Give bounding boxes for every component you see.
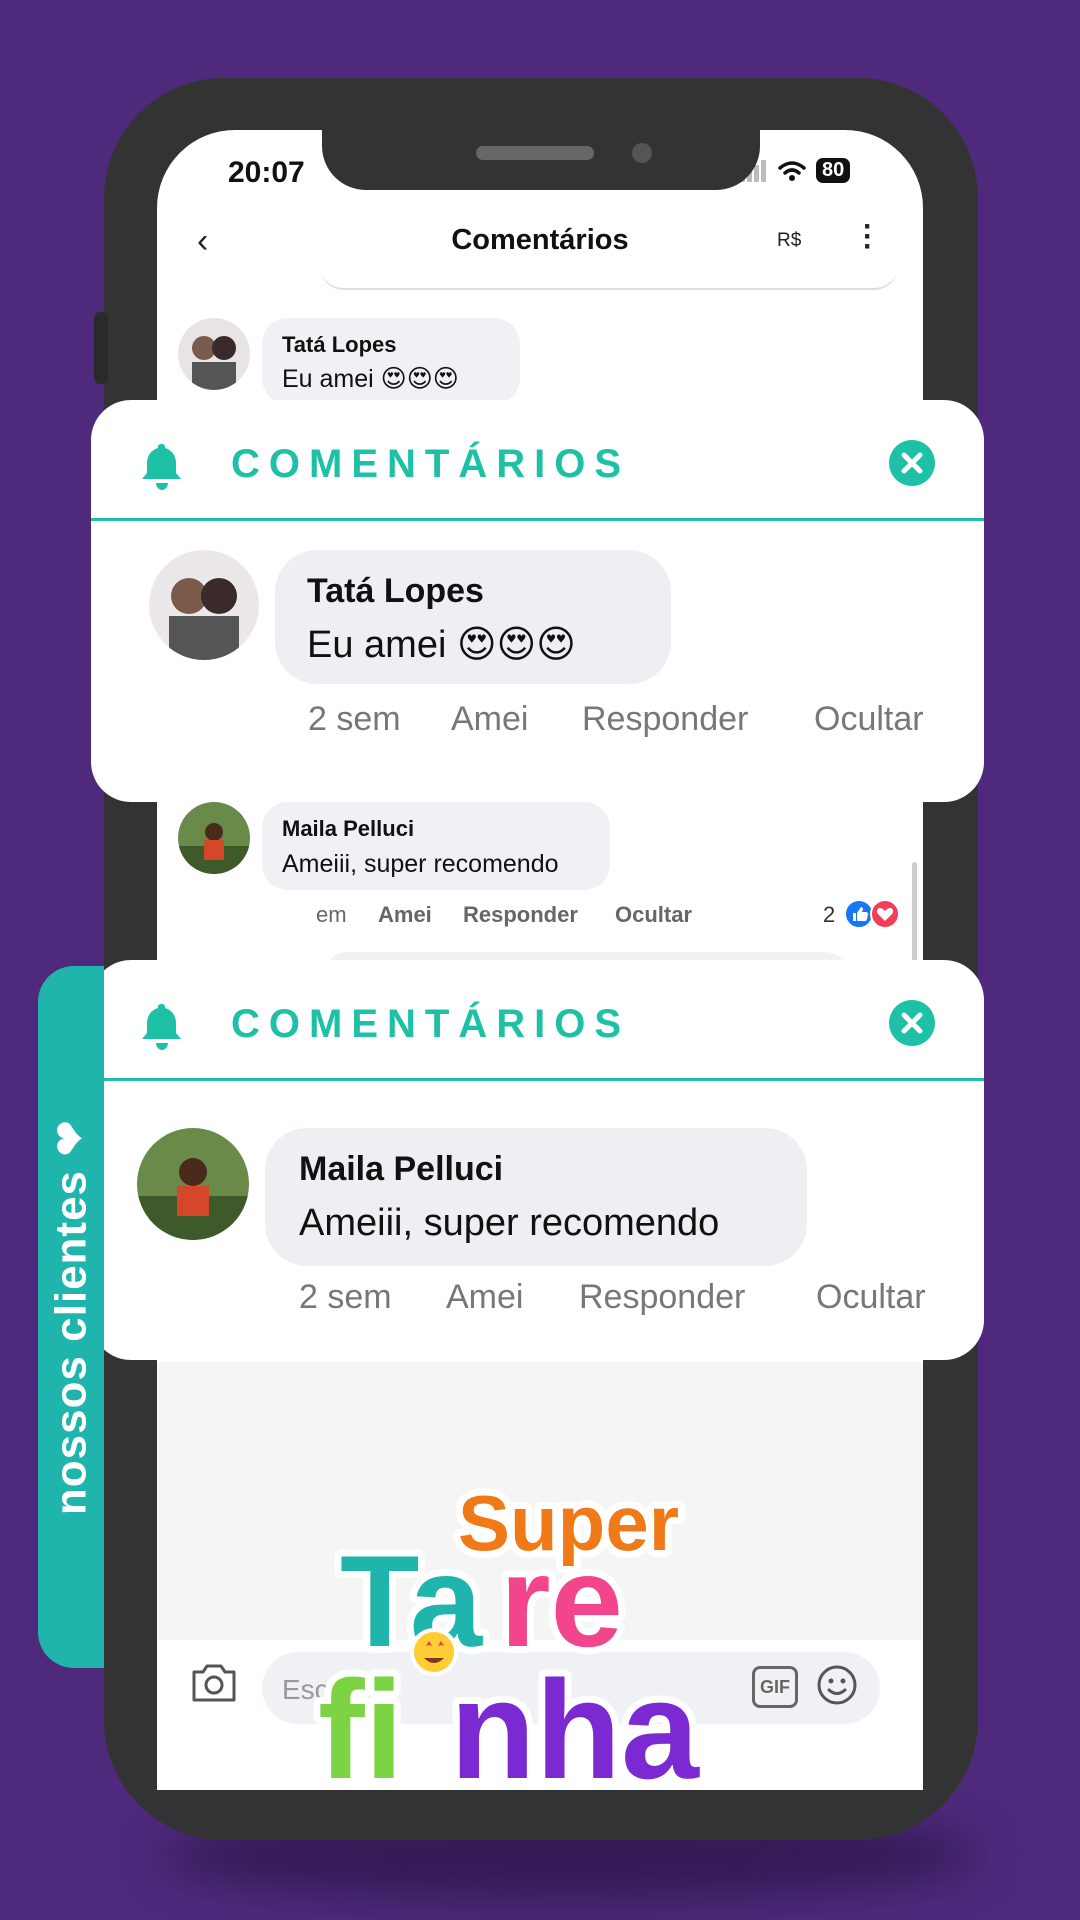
like-button[interactable]: Amei (451, 700, 528, 739)
comment-author: Tatá Lopes (307, 572, 484, 610)
like-button[interactable]: Amei (446, 1278, 523, 1317)
bell-icon (142, 444, 181, 490)
emoji-icon[interactable] (816, 1664, 858, 1706)
like-button[interactable]: Amei (378, 902, 432, 928)
hide-button[interactable]: Ocultar (816, 1278, 926, 1317)
battery-indicator: 80 (816, 158, 851, 183)
comment-text: Eu amei 😍😍😍 (307, 624, 576, 666)
phone-side-button (94, 312, 108, 384)
comment-text: Ameiii, super recomendo (282, 850, 559, 878)
scrollbar[interactable] (912, 862, 917, 972)
close-icon[interactable] (889, 440, 935, 486)
reply-button[interactable]: Responder (582, 700, 748, 739)
comment-author: Tatá Lopes (282, 332, 397, 357)
comment-time: em (316, 902, 347, 927)
comment-bubble: Tatá Lopes Eu amei 😍😍😍 (275, 550, 671, 684)
comment-text: Eu amei 😍😍😍 (282, 365, 459, 393)
side-tab-label: nossos clientes ❤ (46, 1118, 96, 1516)
comment-time: 2 sem (308, 700, 401, 738)
card-title: COMENTÁRIOS (231, 1002, 630, 1046)
hide-button[interactable]: Ocultar (814, 700, 924, 739)
hide-button[interactable]: Ocultar (615, 902, 692, 928)
notch-speaker (476, 146, 594, 160)
avatar[interactable] (137, 1128, 249, 1240)
card-title: COMENTÁRIOS (231, 442, 630, 486)
currency-button[interactable]: R$ (777, 230, 801, 252)
card-divider (91, 1078, 984, 1081)
status-time: 20:07 (228, 156, 305, 189)
close-icon[interactable] (889, 1000, 935, 1046)
more-options-icon[interactable]: · · · (863, 212, 873, 262)
svg-text:fi: fi (318, 1651, 404, 1808)
reaction-count: 2 (823, 902, 836, 927)
notch-camera (632, 143, 652, 163)
comment-bubble: Maila Pelluci Ameiii, super recomendo (262, 802, 610, 890)
camera-icon[interactable] (190, 1660, 238, 1704)
reply-button[interactable]: Responder (463, 902, 578, 928)
comment-text: Ameiii, super recomendo (299, 1202, 720, 1244)
card-divider (91, 518, 984, 521)
comment-bubble: Maila Pelluci Ameiii, super recomendo (265, 1128, 807, 1266)
reply-button[interactable]: Responder (579, 1278, 745, 1317)
reaction-icons (844, 899, 900, 929)
avatar[interactable] (149, 550, 259, 660)
wifi-icon (778, 160, 806, 181)
comment-author: Maila Pelluci (299, 1150, 504, 1188)
page-title: Comentários (451, 224, 629, 256)
comment-bubble: Tatá Lopes Eu amei 😍😍😍 (262, 318, 520, 404)
notification-card: COMENTÁRIOS Maila Pelluci Ameiii, super … (91, 960, 984, 1360)
avatar[interactable] (178, 802, 250, 874)
notification-card: COMENTÁRIOS Tatá Lopes Eu amei 😍😍😍 2 sem… (91, 400, 984, 802)
avatar[interactable] (178, 318, 250, 390)
previous-comment-edge (320, 264, 898, 290)
comment-time: 2 sem (299, 1278, 392, 1316)
svg-text:nha: nha (450, 1651, 700, 1808)
comment-author: Maila Pelluci (282, 816, 415, 841)
bell-icon (142, 1004, 181, 1050)
super-tarefinha-logo: Super Ta re fi nha (311, 1472, 707, 1815)
app-header: ‹ Comentários R$ · · · (157, 210, 923, 270)
